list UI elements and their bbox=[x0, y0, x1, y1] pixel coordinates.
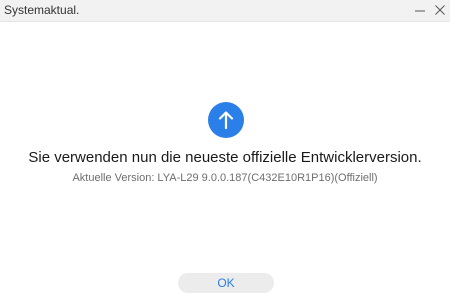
arrow-up-icon bbox=[218, 111, 234, 130]
update-status-badge bbox=[208, 102, 244, 138]
ok-button[interactable]: OK bbox=[178, 273, 274, 293]
window-title: Systemaktual. bbox=[4, 3, 80, 17]
update-message: Sie verwenden nun die neueste offizielle… bbox=[28, 149, 422, 166]
title-bar: Systemaktual. bbox=[0, 0, 450, 22]
close-icon bbox=[435, 5, 445, 15]
minimize-icon bbox=[415, 10, 425, 12]
close-button[interactable] bbox=[432, 2, 448, 18]
current-version-text: Aktuelle Version: LYA-L29 9.0.0.187(C432… bbox=[72, 172, 378, 184]
minimize-button[interactable] bbox=[412, 2, 428, 18]
